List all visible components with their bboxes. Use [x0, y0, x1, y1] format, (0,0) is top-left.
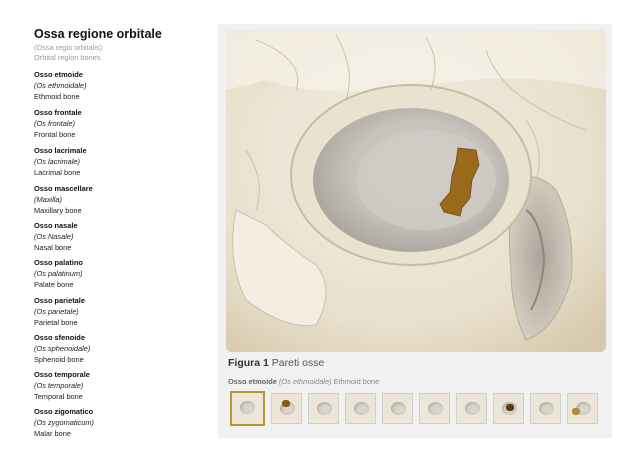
bone-item-english: Nasal bone — [34, 243, 72, 252]
bone-item-latin: (Os sphenoidale) — [34, 344, 91, 353]
bone-item-latin: (Os frontale) — [34, 119, 76, 128]
bone-item-english: Maxillary bone — [34, 206, 82, 215]
thumbnail-5[interactable] — [382, 393, 413, 424]
thumbnail-orbit — [428, 402, 443, 415]
bone-item-etmoide[interactable]: Osso etmoide (Os ethmoidale) Ethmoid bon… — [34, 69, 214, 102]
bone-item-english: Malar bone — [34, 429, 71, 438]
thumbnail-9[interactable] — [530, 393, 561, 424]
bone-item-latin: (Os parietale) — [34, 307, 79, 316]
bone-item-english: Temporal bone — [34, 392, 83, 401]
thumbnail-highlight — [572, 408, 580, 415]
thumbnail-orbit — [317, 402, 332, 415]
bone-item-name: Osso nasale — [34, 221, 78, 230]
bone-item-english: Lacrimal bone — [34, 168, 81, 177]
bone-item-latin: (Os ethmoidale) — [34, 81, 87, 90]
bone-item-english: Frontal bone — [34, 130, 76, 139]
sidebar-latin-subtitle: (Ossa regio orbitalis) — [34, 43, 103, 52]
thumbnail-highlight — [506, 404, 514, 411]
skull-orbit-illustration — [226, 30, 606, 352]
figure-number: Figura 1 — [228, 357, 269, 369]
thumbnail-6[interactable] — [419, 393, 450, 424]
skull-illustration-svg — [226, 30, 606, 352]
bone-item-name: Osso palatino — [34, 258, 83, 267]
thumbnail-2[interactable] — [271, 393, 302, 424]
selected-bone-caption: Osso etmoide (Os ethmoidale) Ethmoid bon… — [228, 377, 379, 386]
bone-item-frontale[interactable]: Osso frontale (Os frontale) Frontal bone — [34, 107, 214, 140]
thumbnail-orbit — [465, 402, 480, 415]
bone-item-latin: (Os lacrimale) — [34, 157, 80, 166]
bone-item-latin: (Os zygomaticum) — [34, 418, 94, 427]
bone-item-name: Osso frontale — [34, 108, 82, 117]
bone-item-english: Parietal bone — [34, 318, 78, 327]
bone-item-latin: (Maxilla) — [34, 195, 62, 204]
thumbnail-4[interactable] — [345, 393, 376, 424]
bone-list-sidebar: Ossa regione orbitale (Ossa regio orbita… — [0, 0, 220, 466]
bone-item-name: Osso temporale — [34, 370, 90, 379]
bone-item-palatino[interactable]: Osso palatino (Os palatinum) Palate bone — [34, 257, 214, 290]
bone-item-temporale[interactable]: Osso temporale (Os temporale) Temporal b… — [34, 369, 214, 402]
bone-item-name: Osso mascellare — [34, 184, 93, 193]
bone-item-mascellare[interactable]: Osso mascellare (Maxilla) Maxillary bone — [34, 183, 214, 216]
bone-item-english: Palate bone — [34, 280, 74, 289]
thumbnail-7[interactable] — [456, 393, 487, 424]
bone-item-name: Osso zigomatico — [34, 407, 94, 416]
thumbnail-orbit — [391, 402, 406, 415]
sidebar-title: Ossa regione orbitale — [34, 27, 162, 41]
bone-item-english: Ethmoid bone — [34, 92, 80, 101]
selected-bone-latin: (Os ethmoidale) — [278, 377, 332, 386]
sidebar-english-subtitle: Orbital region bones — [34, 53, 101, 62]
thumbnail-3[interactable] — [308, 393, 339, 424]
selected-bone-english: Ethmoid bone — [333, 377, 380, 386]
bone-item-latin: (Os Nasale) — [34, 232, 74, 241]
bone-item-latin: (Os temporale) — [34, 381, 84, 390]
bone-item-zigomatico[interactable]: Osso zigomatico (Os zygomaticum) Malar b… — [34, 406, 214, 439]
thumbnail-orbit — [539, 402, 554, 415]
bone-item-name: Osso sfenoide — [34, 333, 85, 342]
bone-item-english: Sphenoid bone — [34, 355, 84, 364]
bone-item-nasale[interactable]: Osso nasale (Os Nasale) Nasal bone — [34, 220, 214, 253]
bone-item-name: Osso parietale — [34, 296, 85, 305]
thumbnail-orbit — [354, 402, 369, 415]
thumbnail-1[interactable] — [230, 391, 265, 426]
thumbnail-10[interactable] — [567, 393, 598, 424]
bone-item-sfenoide[interactable]: Osso sfenoide (Os sphenoidale) Sphenoid … — [34, 332, 214, 365]
bone-item-name: Osso lacrimale — [34, 146, 87, 155]
thumbnail-8[interactable] — [493, 393, 524, 424]
selected-bone-name: Osso etmoide — [228, 377, 277, 386]
bone-item-latin: (Os palatinum) — [34, 269, 83, 278]
figure-title: Pareti osse — [271, 357, 325, 369]
figure-caption: Figura 1 Pareti osse — [228, 357, 324, 369]
bone-item-lacrimale[interactable]: Osso lacrimale (Os lacrimale) Lacrimal b… — [34, 145, 214, 178]
thumbnail-highlight — [282, 400, 290, 407]
bone-item-name: Osso etmoide — [34, 70, 83, 79]
thumbnail-orbit — [240, 401, 255, 414]
orbit-floor — [356, 130, 496, 230]
bone-item-parietale[interactable]: Osso parietale (Os parietale) Parietal b… — [34, 295, 214, 328]
